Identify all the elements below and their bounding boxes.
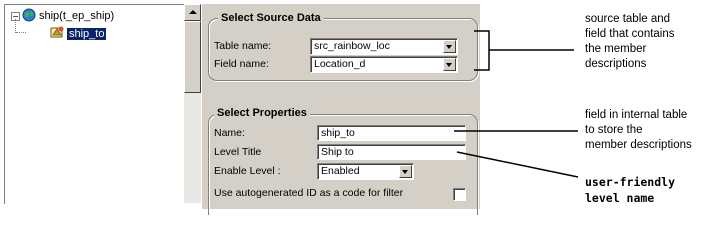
title-pointer-line — [456, 151, 579, 178]
source-annotation: source table and field that contains the… — [585, 13, 675, 70]
field-annotation: field in internal table to store the mem… — [585, 109, 692, 151]
bracket-line — [474, 30, 490, 71]
title-annotation: user-friendly level name — [585, 175, 676, 205]
